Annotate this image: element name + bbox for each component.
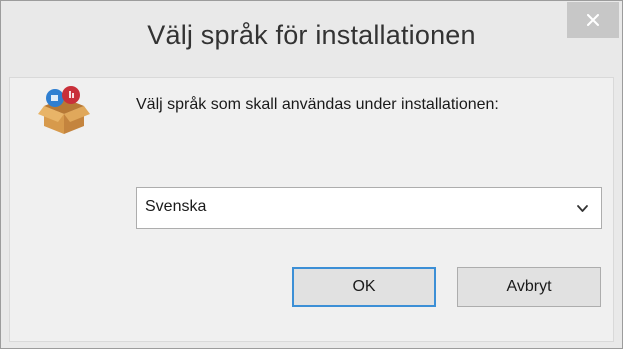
cancel-button[interactable]: Avbryt: [457, 267, 601, 307]
chevron-down-icon: [577, 205, 588, 212]
close-icon: [587, 14, 599, 26]
prompt-text: Välj språk som skall användas under inst…: [136, 96, 499, 113]
window-title: Välj språk för installationen: [147, 20, 476, 50]
installer-box-icon: [38, 86, 90, 134]
dialog-content: Välj språk som skall användas under inst…: [9, 77, 614, 342]
language-select[interactable]: Svenska: [136, 187, 602, 229]
installer-language-dialog: Välj språk för installationen Välj språk…: [0, 0, 623, 349]
close-button[interactable]: [567, 2, 619, 38]
language-select-value: Svenska: [145, 198, 207, 215]
title-bar: Välj språk för installationen: [1, 1, 622, 77]
ok-button[interactable]: OK: [292, 267, 436, 307]
